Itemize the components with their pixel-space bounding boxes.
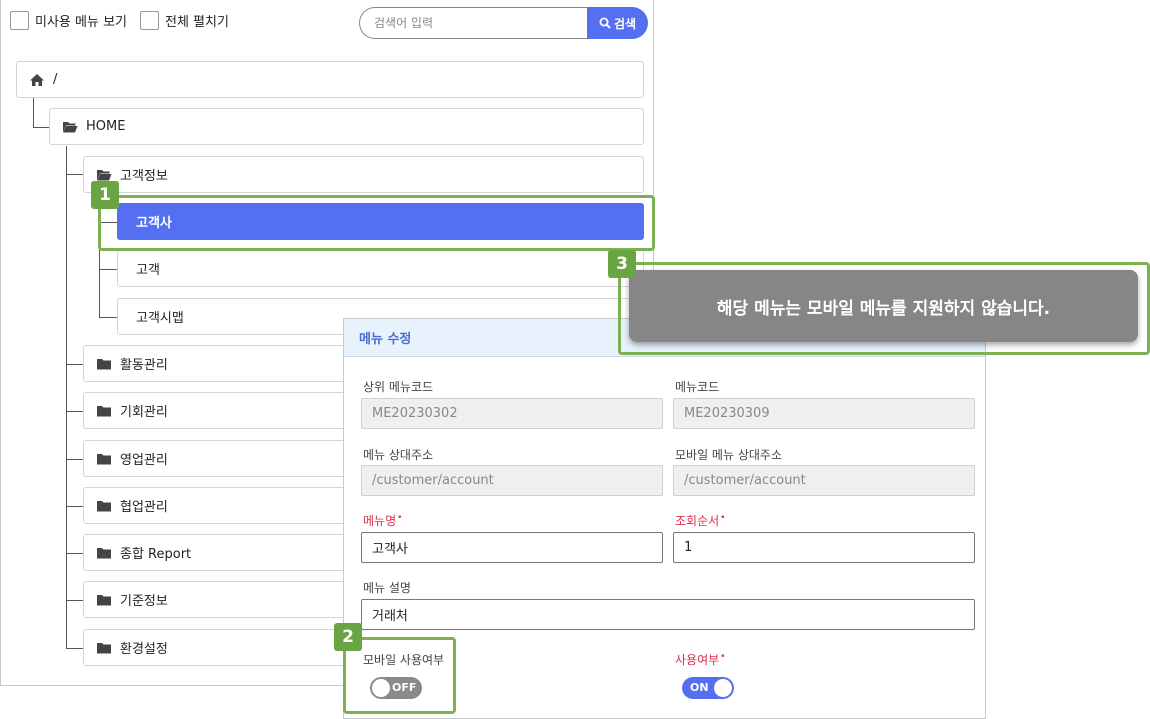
tree-node-label: 고객정보 [120, 169, 168, 184]
tree-line [99, 317, 117, 318]
tree-node-label: 종합 Report [120, 547, 192, 562]
tree-node-label: 협업관리 [120, 500, 168, 515]
required-mark: • [720, 513, 726, 523]
annotation-badge-3: 3 [608, 250, 636, 278]
home-icon [29, 73, 45, 87]
search-button-label: 검색 [613, 16, 637, 31]
folder-icon [96, 593, 112, 607]
tree-node-label: / [53, 72, 58, 87]
toggle-knob [714, 679, 732, 697]
tree-node-customer[interactable]: 고객 [117, 250, 644, 287]
order-field[interactable] [673, 532, 975, 563]
use-toggle[interactable]: ON [682, 677, 734, 699]
expand-all-checkbox[interactable]: 전체 펼치기 [140, 11, 229, 30]
tree-node-customer-info[interactable]: 고객정보 [83, 156, 644, 193]
tree-node-label: 기준정보 [120, 594, 168, 609]
annotation-badge-1: 1 [91, 181, 119, 209]
tree-node-root[interactable]: / [16, 61, 644, 98]
use-label-text: 사용여부 [675, 653, 720, 667]
menu-code-field[interactable] [673, 398, 975, 429]
show-unused-label: 미사용 메뉴 보기 [35, 15, 127, 30]
tree-line [66, 600, 83, 601]
checkbox-box[interactable] [140, 11, 159, 30]
search-bar: 검색 [359, 7, 648, 39]
menu-url-field[interactable] [361, 465, 663, 496]
tree-line [99, 269, 117, 270]
menu-url-label: 메뉴 상대주소 [363, 448, 434, 462]
toggle-state-label: ON [690, 681, 709, 694]
folder-icon [96, 357, 112, 371]
folder-icon [96, 452, 112, 466]
search-input[interactable] [359, 7, 595, 39]
tree-line [33, 98, 34, 127]
tree-node-label: HOME [86, 119, 126, 134]
tree-line [66, 364, 83, 365]
tree-node-label: 활동관리 [120, 358, 168, 373]
menu-name-field[interactable] [361, 532, 663, 563]
tree-node-label: 고객시맵 [136, 311, 184, 326]
folder-icon [96, 404, 112, 418]
mobile-url-field[interactable] [673, 465, 975, 496]
search-button[interactable]: 검색 [587, 7, 648, 39]
menu-code-label: 메뉴코드 [675, 380, 720, 394]
tree-node-home[interactable]: HOME [49, 108, 644, 145]
folder-open-icon [62, 120, 78, 134]
tree-line [66, 459, 83, 460]
tree-line [66, 648, 83, 649]
desc-label: 메뉴 설명 [363, 581, 411, 595]
order-label: 조회순서• [675, 512, 725, 529]
tree-line [66, 553, 83, 554]
tree-node-label: 기회관리 [120, 405, 168, 420]
mobile-url-label: 모바일 메뉴 상대주소 [675, 448, 782, 462]
folder-icon [96, 499, 112, 513]
tree-line [66, 506, 83, 507]
required-mark: • [397, 513, 403, 523]
tree-line [33, 127, 49, 128]
menu-name-label: 메뉴명• [363, 512, 402, 529]
required-mark: • [720, 652, 726, 662]
parent-code-field[interactable] [361, 398, 663, 429]
desc-field[interactable] [361, 599, 975, 630]
annotation-box-1 [98, 195, 655, 251]
checkbox-box[interactable] [10, 11, 29, 30]
search-icon [599, 17, 611, 29]
annotation-badge-2: 2 [334, 623, 362, 651]
tree-line [66, 146, 67, 648]
folder-icon [96, 641, 112, 655]
folder-icon [96, 546, 112, 560]
parent-code-label: 상위 메뉴코드 [363, 380, 434, 394]
tree-line [66, 411, 83, 412]
tree-node-label: 환경설정 [120, 642, 168, 657]
tree-node-label: 영업관리 [120, 453, 168, 468]
mobile-unsupported-tooltip: 해당 메뉴는 모바일 메뉴를 지원하지 않습니다. [629, 270, 1138, 342]
use-label: 사용여부• [675, 651, 725, 668]
tree-line [66, 174, 83, 175]
tree-node-label: 고객 [136, 263, 160, 278]
expand-all-label: 전체 펼치기 [165, 15, 229, 30]
show-unused-checkbox[interactable]: 미사용 메뉴 보기 [10, 11, 127, 30]
order-label-text: 조회순서 [675, 514, 720, 528]
menu-name-label-text: 메뉴명 [363, 514, 397, 528]
folder-open-icon [96, 168, 112, 182]
